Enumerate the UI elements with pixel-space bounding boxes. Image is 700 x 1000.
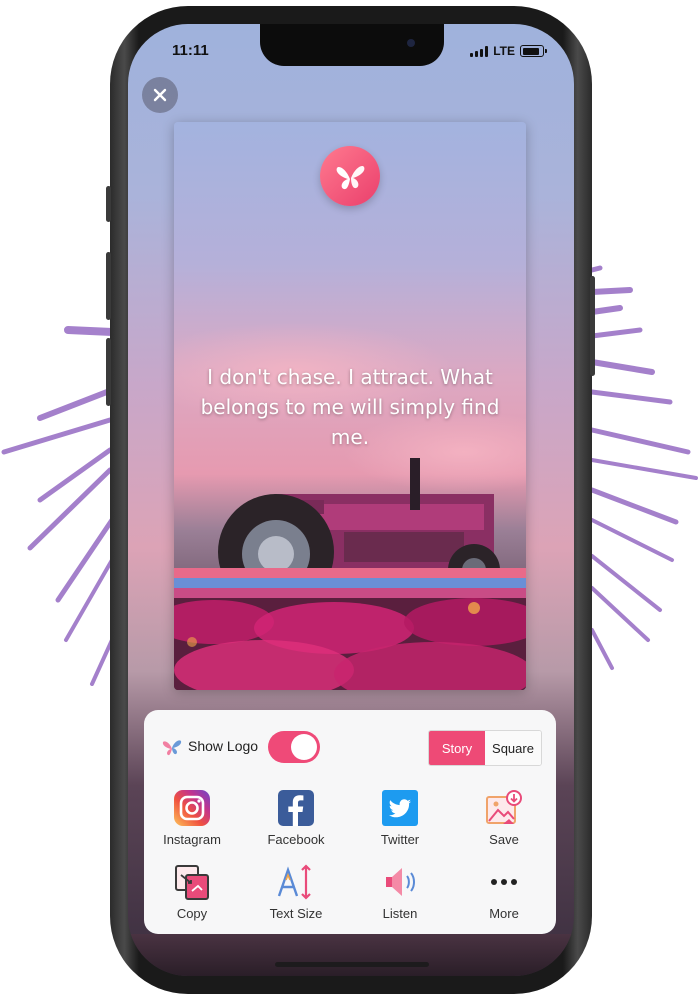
save-label: Save xyxy=(489,832,519,847)
format-selector: Story Square xyxy=(428,730,542,766)
instagram-label: Instagram xyxy=(163,832,221,847)
text-size-label: Text Size xyxy=(269,906,323,921)
twitter-label: Twitter xyxy=(380,832,420,847)
twitter-button[interactable]: Twitter xyxy=(352,788,448,847)
save-image-icon xyxy=(486,790,522,824)
show-logo-toggle[interactable] xyxy=(268,731,320,763)
butterfly-small-icon xyxy=(162,740,182,756)
screen: 11:11 LTE I don't chase. I attract. What… xyxy=(128,24,574,976)
volume-down-button xyxy=(106,338,111,406)
mute-switch xyxy=(106,186,111,222)
more-label: More xyxy=(489,906,519,921)
copy-button[interactable]: Copy xyxy=(144,862,240,921)
save-button[interactable]: Save xyxy=(456,788,552,847)
twitter-icon xyxy=(382,790,418,826)
speaker-icon xyxy=(386,868,415,896)
listen-label: Listen xyxy=(382,906,418,921)
status-time: 11:11 xyxy=(172,42,209,59)
butterfly-icon xyxy=(336,166,365,190)
more-button[interactable]: More xyxy=(456,862,552,921)
copy-icon xyxy=(175,865,209,900)
network-label: LTE xyxy=(493,44,515,58)
quote-card: I don't chase. I attract. What belongs t… xyxy=(174,122,526,690)
notch xyxy=(260,24,444,66)
battery-icon xyxy=(520,45,547,57)
status-indicators: LTE xyxy=(470,44,547,58)
home-indicator[interactable] xyxy=(275,962,429,967)
story-option[interactable]: Story xyxy=(429,731,485,765)
instagram-icon xyxy=(174,790,210,826)
quote-text: I don't chase. I attract. What belongs t… xyxy=(200,365,500,449)
close-button[interactable] xyxy=(142,77,178,113)
facebook-button[interactable]: Facebook xyxy=(248,788,344,847)
instagram-button[interactable]: Instagram xyxy=(144,788,240,847)
copy-label: Copy xyxy=(176,906,208,921)
text-size-icon xyxy=(277,864,311,900)
share-sheet: Show Logo Story Square Instagram Faceboo… xyxy=(144,710,556,934)
toggle-knob xyxy=(291,734,317,760)
blurred-background-bottom xyxy=(128,934,574,976)
front-camera xyxy=(407,39,415,47)
signal-icon xyxy=(470,45,489,57)
volume-up-button xyxy=(106,252,111,320)
show-logo-label: Show Logo xyxy=(188,738,259,754)
more-icon xyxy=(491,879,517,885)
facebook-label: Facebook xyxy=(267,832,325,847)
power-button xyxy=(590,276,595,376)
app-logo xyxy=(320,146,380,206)
square-option[interactable]: Square xyxy=(485,731,541,765)
listen-button[interactable]: Listen xyxy=(352,862,448,921)
text-size-button[interactable]: Text Size xyxy=(248,862,344,921)
facebook-icon xyxy=(278,790,314,826)
close-icon xyxy=(153,88,167,102)
